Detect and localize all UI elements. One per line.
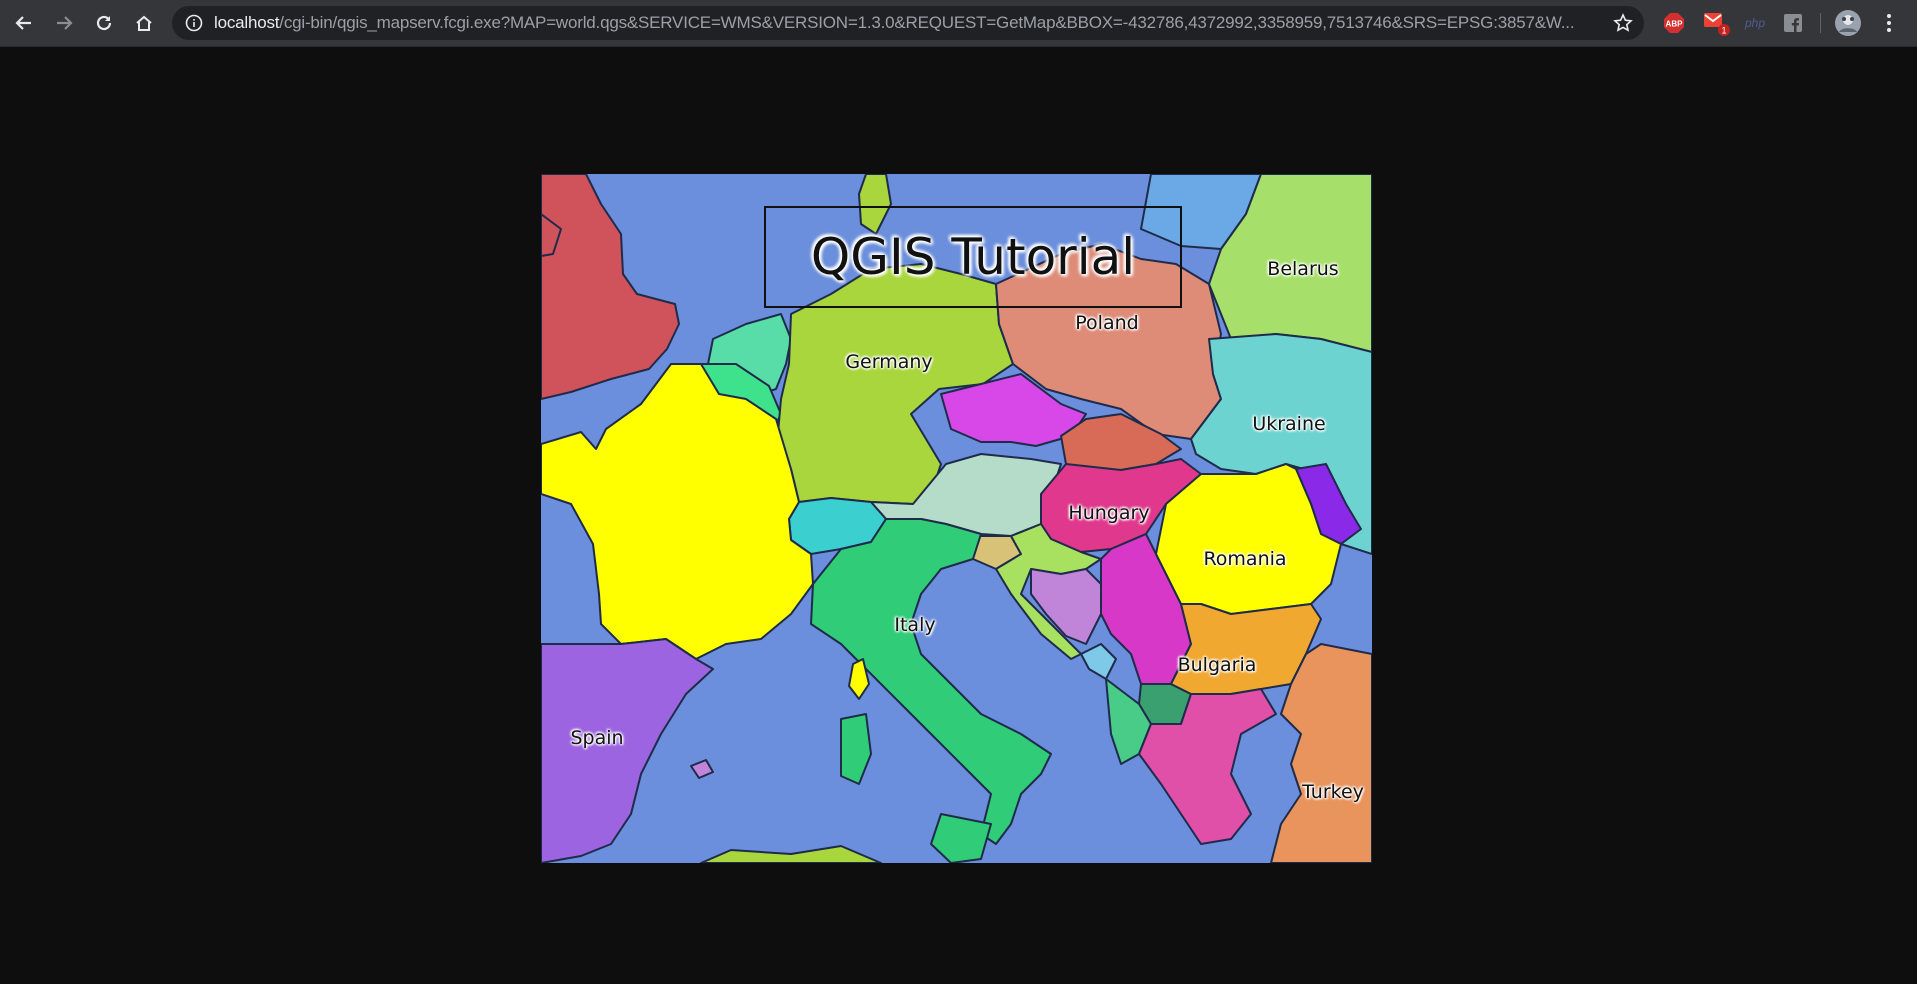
map-title: QGIS Tutorial	[810, 228, 1136, 286]
url-host: localhost	[214, 13, 280, 32]
forward-button[interactable]	[48, 7, 80, 39]
php-extension[interactable]: php	[1742, 11, 1768, 35]
label-spain: Spain	[570, 727, 624, 749]
info-icon[interactable]	[185, 14, 203, 32]
home-icon	[136, 15, 152, 31]
reload-icon	[96, 15, 112, 31]
toolbar-separator	[1820, 13, 1821, 33]
adblock-label: ABP	[1666, 20, 1684, 29]
gmail-badge: 1	[1721, 26, 1726, 36]
map-title-box: QGIS Tutorial	[764, 206, 1182, 308]
forward-icon	[57, 16, 73, 30]
browser-toolbar: localhost/cgi-bin/qgis_mapserv.fcgi.exe?…	[0, 0, 1917, 47]
reload-button[interactable]	[88, 7, 120, 39]
profile-button[interactable]	[1835, 10, 1861, 36]
label-germany: Germany	[845, 351, 933, 373]
more-menu-icon	[1887, 14, 1891, 32]
label-ukraine: Ukraine	[1252, 413, 1326, 435]
star-icon[interactable]	[1613, 13, 1633, 33]
back-button[interactable]	[8, 7, 40, 39]
adblock-icon: ABP	[1664, 13, 1684, 33]
url-path: /cgi-bin/qgis_mapserv.fcgi.exe?MAP=world…	[279, 13, 1575, 32]
label-romania: Romania	[1203, 548, 1287, 570]
label-belarus: Belarus	[1267, 258, 1339, 280]
label-turkey: Turkey	[1302, 781, 1364, 803]
label-bulgaria: Bulgaria	[1177, 654, 1257, 676]
label-poland: Poland	[1075, 312, 1139, 334]
php-icon: php	[1744, 16, 1766, 30]
profile-avatar	[1835, 10, 1861, 36]
address-bar[interactable]: localhost/cgi-bin/qgis_mapserv.fcgi.exe?…	[172, 6, 1644, 40]
facebook-extension[interactable]	[1782, 11, 1804, 35]
home-button[interactable]	[128, 7, 160, 39]
gmail-extension[interactable]: 1	[1702, 11, 1732, 36]
url-text[interactable]: localhost/cgi-bin/qgis_mapserv.fcgi.exe?…	[214, 6, 1594, 40]
more-menu-button[interactable]	[1878, 11, 1900, 35]
label-italy: Italy	[894, 614, 936, 636]
gmail-icon: 1	[1704, 13, 1730, 36]
wms-map-image[interactable]: QGIS Tutorial Belarus Poland Germany Ukr…	[541, 174, 1372, 863]
back-icon	[15, 16, 31, 30]
adblock-extension[interactable]: ABP	[1662, 11, 1686, 35]
facebook-icon	[1784, 14, 1802, 32]
label-hungary: Hungary	[1068, 502, 1150, 524]
